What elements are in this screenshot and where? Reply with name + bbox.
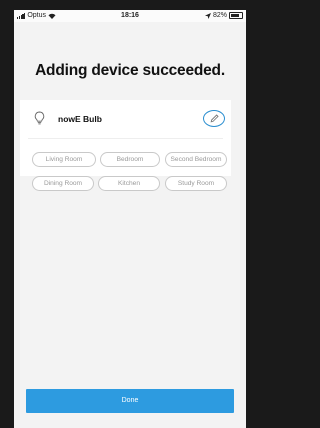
room-tag-second-bedroom[interactable]: Second Bedroom — [165, 152, 227, 167]
location-arrow-icon — [204, 12, 211, 19]
battery-percent: 82% — [212, 12, 227, 19]
room-tags: Living Room Bedroom Second Bedroom Dinin… — [20, 100, 231, 191]
status-right: 82% — [204, 12, 243, 19]
page-title: Adding device succeeded. — [35, 62, 225, 79]
room-tag-bedroom[interactable]: Bedroom — [100, 152, 160, 167]
room-tag-study-room[interactable]: Study Room — [165, 176, 227, 191]
device-card: nowE Bulb Living Room Bedroom Second Bed… — [20, 100, 231, 191]
status-bar: Optus 18:16 82% — [14, 10, 246, 22]
battery-icon — [229, 12, 243, 19]
done-button[interactable]: Done — [26, 389, 234, 413]
room-tag-dining-room[interactable]: Dining Room — [32, 176, 94, 191]
room-tag-kitchen[interactable]: Kitchen — [98, 176, 160, 191]
room-tag-living-room[interactable]: Living Room — [32, 152, 96, 167]
